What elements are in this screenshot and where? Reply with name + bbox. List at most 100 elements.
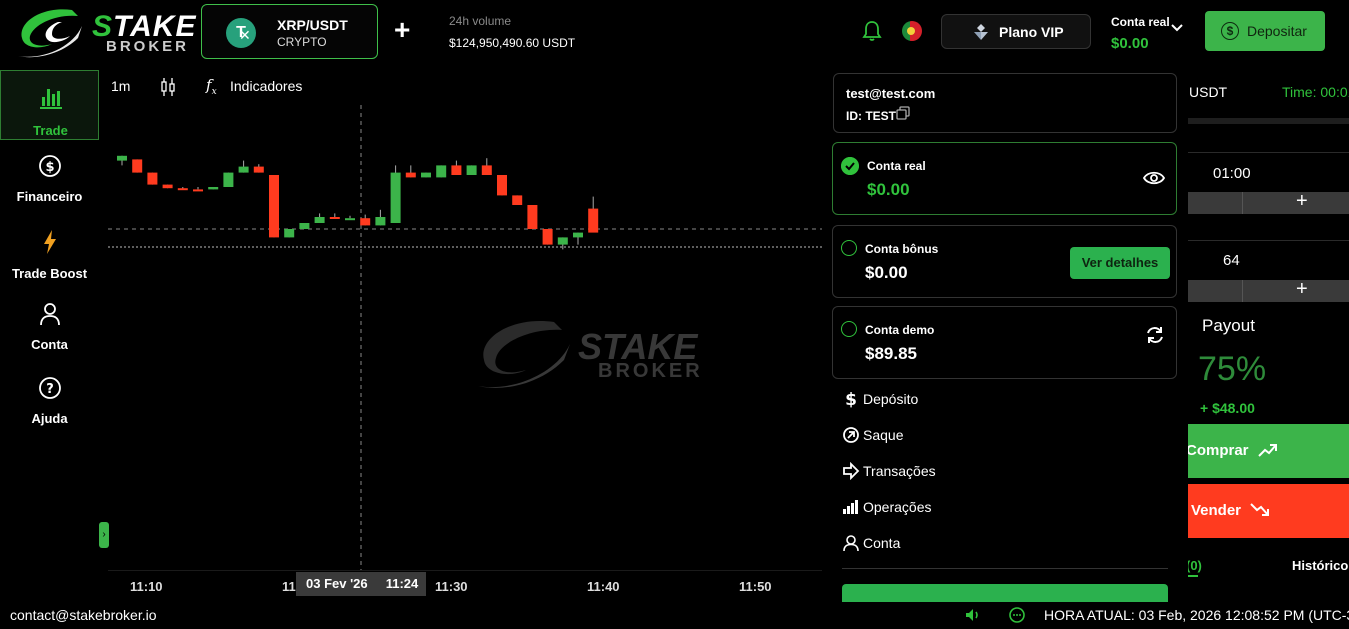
brand-subname: BROKER bbox=[106, 38, 190, 55]
account-option-demo[interactable]: Conta demo $89.85 bbox=[832, 306, 1177, 379]
indicators-fx-icon[interactable]: fx bbox=[206, 76, 217, 97]
check-circle-icon bbox=[841, 157, 859, 175]
dollar-circle-icon: $ bbox=[1221, 22, 1239, 40]
candle-body bbox=[527, 205, 538, 229]
user-icon bbox=[40, 303, 60, 326]
chevron-down-icon[interactable] bbox=[1170, 22, 1184, 34]
help-icon: ? bbox=[39, 377, 61, 399]
sidebar-item-conta[interactable]: Conta bbox=[0, 298, 99, 368]
indicators-button[interactable]: Indicadores bbox=[230, 78, 302, 94]
candle-body bbox=[512, 195, 523, 205]
account-option-label: Conta real bbox=[867, 159, 926, 173]
candle-body bbox=[299, 223, 310, 229]
volume-label: 24h volume bbox=[449, 14, 512, 28]
account-option-label: Conta demo bbox=[865, 323, 935, 337]
user-icon bbox=[843, 535, 859, 552]
pair-category: CRYPTO bbox=[277, 35, 327, 49]
radio-button[interactable] bbox=[841, 240, 857, 256]
buy-button[interactable]: Comprar bbox=[1178, 424, 1349, 478]
sidebar-item-financeiro[interactable]: $ Financeiro bbox=[0, 150, 99, 220]
radio-button[interactable] bbox=[841, 321, 857, 337]
candle-body bbox=[314, 217, 325, 223]
account-option-label: Conta bônus bbox=[865, 242, 939, 256]
candle-body bbox=[436, 165, 447, 178]
candle-body bbox=[208, 187, 219, 190]
speaker-icon[interactable] bbox=[964, 606, 982, 624]
candle-body bbox=[360, 218, 371, 226]
menu-item-label: Operações bbox=[863, 499, 932, 515]
portugal-flag-icon[interactable] bbox=[902, 21, 922, 41]
sidebar-item-label: Trade bbox=[33, 123, 68, 138]
trade-time-label: Time: 00:01 bbox=[1282, 84, 1349, 100]
account-balance[interactable]: $0.00 bbox=[1111, 35, 1149, 52]
trade-currency: USDT bbox=[1189, 84, 1228, 100]
menu-item-label: Transações bbox=[863, 463, 936, 479]
chat-icon[interactable] bbox=[1008, 606, 1026, 624]
deposit-button[interactable]: $ Depositar bbox=[1205, 11, 1325, 51]
bell-icon[interactable] bbox=[862, 20, 882, 42]
menu-item-label: Depósito bbox=[863, 391, 919, 407]
copy-icon[interactable] bbox=[896, 106, 910, 120]
account-option-bonus[interactable]: Conta bônus $0.00 Ver detalhes bbox=[832, 225, 1177, 298]
sidebar-item-trade-boost[interactable]: Trade Boost bbox=[0, 226, 99, 296]
contact-email[interactable]: contact@stakebroker.io bbox=[10, 607, 157, 623]
trade-panel: USDT Time: 00:01 01:00 + 64 + Payout 75%… bbox=[1178, 62, 1349, 602]
chart-expand-handle[interactable]: › bbox=[99, 522, 109, 548]
duration-stepper[interactable]: + bbox=[1188, 190, 1349, 214]
vip-plan-button[interactable]: Plano VIP bbox=[941, 14, 1091, 49]
candle-body bbox=[451, 165, 462, 175]
x-tick-label: 11:40 bbox=[587, 579, 620, 594]
candle-body bbox=[253, 166, 264, 173]
tab-history[interactable]: Histórico bbox=[1292, 558, 1348, 573]
diamond-icon bbox=[974, 24, 988, 40]
withdraw-icon bbox=[843, 427, 859, 443]
price-chart[interactable] bbox=[108, 105, 822, 570]
amount-plus-button[interactable]: + bbox=[1296, 278, 1308, 301]
add-asset-button[interactable]: + bbox=[394, 16, 410, 44]
sidebar-item-ajuda[interactable]: ? Ajuda bbox=[0, 372, 99, 442]
account-type-label[interactable]: Conta real bbox=[1111, 15, 1170, 29]
svg-text:$: $ bbox=[845, 390, 857, 408]
x-tick-label: 11:10 bbox=[130, 579, 163, 594]
candlestick-type-icon[interactable] bbox=[160, 77, 176, 97]
eye-icon[interactable] bbox=[1143, 169, 1165, 187]
candle-body bbox=[329, 217, 340, 219]
dropdown-divider bbox=[842, 568, 1168, 569]
transactions-icon bbox=[843, 462, 860, 480]
candle-body bbox=[573, 232, 583, 238]
brand-logo[interactable]: STAKE BROKER bbox=[10, 4, 195, 60]
account-option-real[interactable]: Conta real $0.00 bbox=[832, 142, 1177, 215]
footer: contact@stakebroker.io HORA ATUAL: 03 Fe… bbox=[0, 602, 1349, 629]
candle-body bbox=[466, 165, 477, 175]
candle-body bbox=[588, 208, 599, 233]
panel-divider bbox=[1188, 118, 1349, 124]
candle-body bbox=[345, 218, 355, 221]
stepper-divider bbox=[1242, 280, 1243, 302]
sidebar-item-label: Trade Boost bbox=[11, 266, 88, 281]
asset-selector[interactable]: T ✕ XRP/USDT CRYPTO bbox=[201, 4, 378, 59]
duration-input[interactable]: 01:00 bbox=[1213, 165, 1251, 182]
candle-body bbox=[284, 229, 295, 238]
sidebar-item-trade[interactable]: Trade bbox=[0, 70, 99, 140]
dollar-icon: $ bbox=[845, 390, 857, 408]
account-option-value: $0.00 bbox=[867, 180, 910, 199]
amount-input[interactable]: 64 bbox=[1223, 252, 1240, 269]
refresh-icon[interactable] bbox=[1145, 325, 1165, 345]
view-details-button[interactable]: Ver detalhes bbox=[1070, 247, 1170, 279]
user-email: test@test.com bbox=[846, 86, 936, 101]
candle-body bbox=[223, 172, 234, 187]
tab-open-trades[interactable]: (0) bbox=[1186, 558, 1202, 577]
bar-chart-icon bbox=[40, 89, 62, 109]
timeframe-button[interactable]: 1m bbox=[111, 78, 130, 94]
sell-button[interactable]: Vender bbox=[1178, 484, 1349, 538]
candle-body bbox=[497, 175, 507, 196]
candle-body bbox=[405, 172, 416, 178]
logout-button[interactable] bbox=[842, 584, 1168, 602]
panel-divider bbox=[1188, 152, 1349, 153]
candlestick-chart[interactable] bbox=[108, 105, 822, 570]
sidebar-item-label: Ajuda bbox=[31, 411, 68, 426]
current-time: HORA ATUAL: 03 Feb, 2026 12:08:52 PM (UT… bbox=[1044, 607, 1349, 623]
user-info-card: test@test.com ID: TEST bbox=[833, 73, 1177, 133]
amount-stepper[interactable]: + bbox=[1188, 278, 1349, 302]
duration-plus-button[interactable]: + bbox=[1296, 190, 1308, 213]
